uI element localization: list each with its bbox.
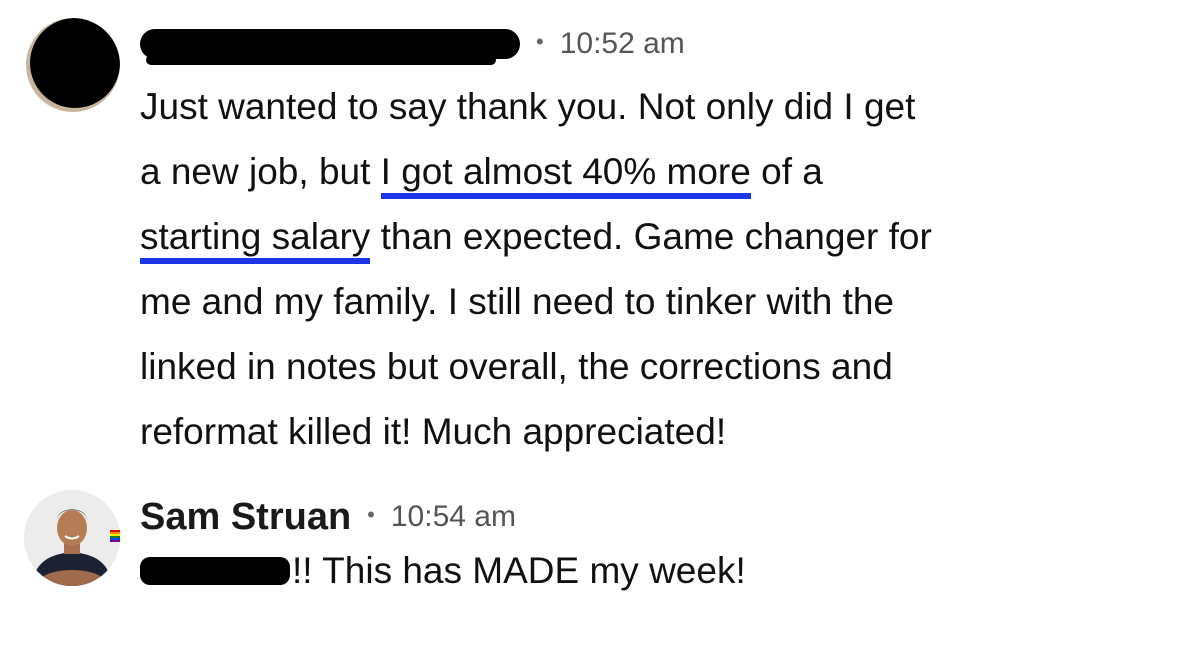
highlighted-text: starting salary [140,216,371,264]
author-name[interactable]: Sam Struan [140,496,351,539]
highlighted-text: I got almost 40% more [380,151,751,199]
comment-2: Sam Struan • 10:54 am !! This has MADE m… [0,480,1179,667]
comment-line: me and my family. I still need to tinker… [140,281,895,322]
comment-line: linked in notes but overall, the correct… [140,346,893,387]
avatar[interactable] [24,490,120,586]
separator-dot: • [536,29,544,54]
comment-2-body: !! This has MADE my week! [140,546,746,596]
comment-text: !! This has MADE my week! [292,550,746,591]
avatar-redacted[interactable] [26,18,120,112]
comment-line: Just wanted to say thank you. Not only d… [140,86,916,127]
timestamp: 10:54 am [390,500,516,533]
separator-dot: • [367,502,375,527]
comment-1-header: • 10:52 am [140,22,685,66]
comment-line: a new job, but I got almost 40% more of … [140,139,932,204]
comment-1: • 10:52 am Just wanted to say thank you.… [0,0,1179,470]
comment-line: starting salary than expected. Game chan… [140,204,932,269]
comment-2-header: Sam Struan • 10:54 am [140,494,516,540]
person-avatar-image [24,490,120,586]
author-name-redacted[interactable] [140,29,520,65]
pride-flag-icon [110,530,120,542]
comment-1-body: Just wanted to say thank you. Not only d… [140,74,932,464]
timestamp: 10:52 am [559,27,685,60]
comment-line: reformat killed it! Much appreciated! [140,411,727,452]
mention-redacted[interactable] [140,557,290,585]
avatar-censor-block [30,18,120,108]
